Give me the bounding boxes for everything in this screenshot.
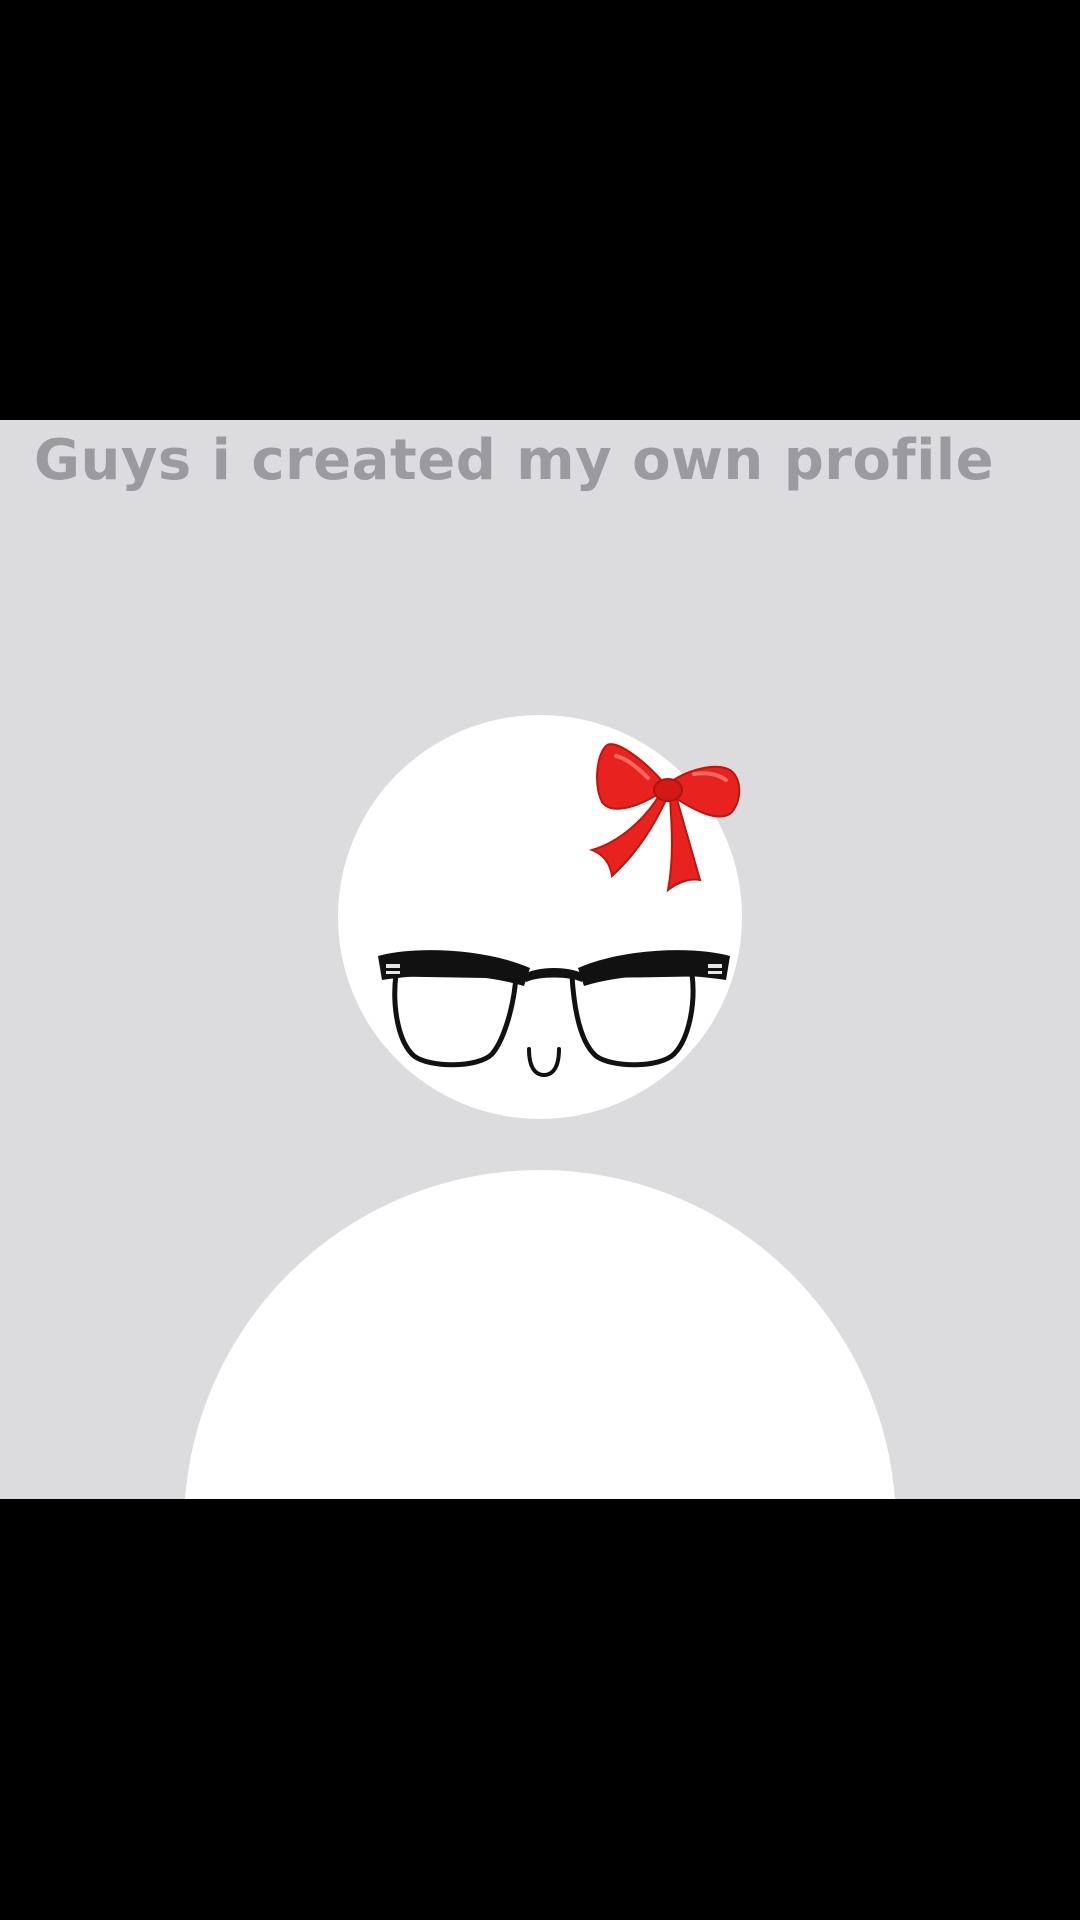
profile-canvas: Guys i created my own profile xyxy=(0,420,1080,1499)
letterbox-top xyxy=(0,0,1080,420)
caption-text: Guys i created my own profile xyxy=(34,428,995,493)
smile-icon xyxy=(527,1047,561,1078)
bow-icon xyxy=(588,743,741,893)
avatar-body xyxy=(184,1170,896,1499)
video-frame: Guys i created my own profile xyxy=(0,0,1080,1920)
letterbox-bottom xyxy=(0,1499,1080,1920)
